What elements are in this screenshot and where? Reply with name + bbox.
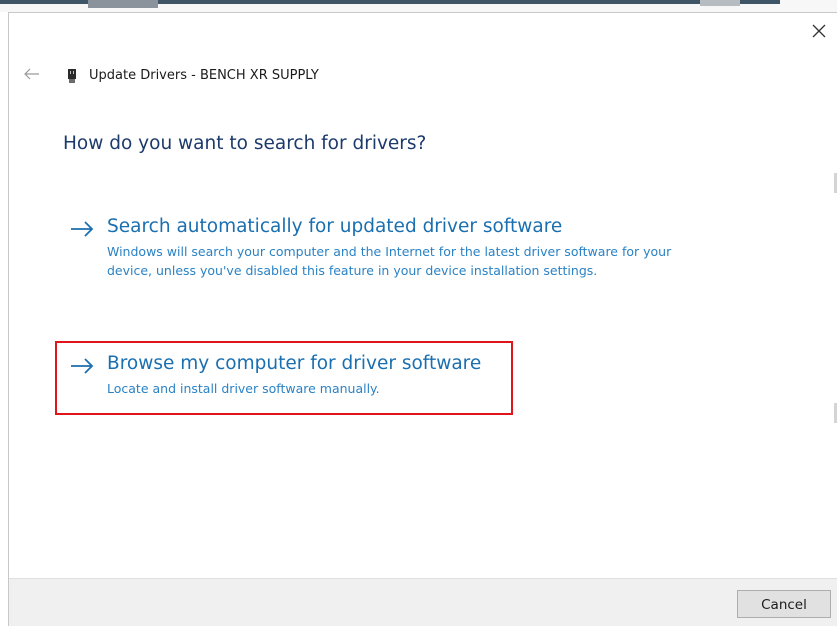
dialog-footer: Cancel xyxy=(9,578,837,626)
search-automatically-option[interactable]: Search automatically for updated driver … xyxy=(69,216,709,308)
close-button[interactable] xyxy=(807,19,831,43)
arrow-right-icon xyxy=(71,358,94,374)
option-description: Locate and install driver software manua… xyxy=(107,381,380,396)
arrow-right-icon xyxy=(71,221,94,237)
close-icon xyxy=(812,24,826,38)
browse-computer-option[interactable]: Browse my computer for driver software L… xyxy=(69,353,519,405)
cancel-button[interactable]: Cancel xyxy=(737,590,831,618)
page-question: How do you want to search for drivers? xyxy=(63,133,427,154)
option-title: Browse my computer for driver software xyxy=(107,353,482,374)
background-tab xyxy=(700,0,740,6)
usb-device-icon xyxy=(67,68,77,83)
back-arrow-icon xyxy=(24,68,39,80)
background-window-strip xyxy=(0,0,837,12)
screen: Update Drivers - BENCH XR SUPPLY How do … xyxy=(0,0,837,626)
dialog-title: Update Drivers - BENCH XR SUPPLY xyxy=(89,68,319,83)
update-drivers-dialog: Update Drivers - BENCH XR SUPPLY How do … xyxy=(8,12,837,626)
option-description: Windows will search your computer and th… xyxy=(107,244,672,278)
back-button[interactable] xyxy=(21,66,43,84)
option-title: Search automatically for updated driver … xyxy=(107,216,563,237)
background-tab xyxy=(88,0,158,8)
